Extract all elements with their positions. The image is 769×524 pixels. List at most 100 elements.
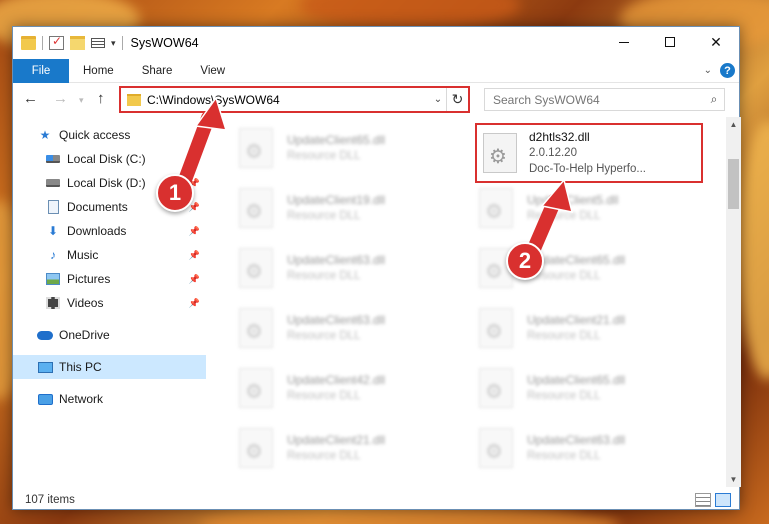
- dll-file-icon: [239, 428, 273, 468]
- file-type: Resource DLL: [287, 390, 361, 402]
- list-item[interactable]: UpdateClient5.dll Resource DLL: [459, 179, 684, 237]
- list-item[interactable]: UpdateClient65.dllResource DLL: [459, 239, 684, 297]
- list-item[interactable]: UpdateClient42.dll Resource DLL: [219, 359, 444, 417]
- ribbon-tabs: File Home Share View ⌄ ?: [13, 58, 739, 83]
- pictures-icon: [45, 272, 61, 286]
- scrollbar-thumb[interactable]: [728, 159, 739, 209]
- sidebar-item-downloads[interactable]: ⬇ Downloads 📌: [13, 219, 206, 243]
- minimize-icon: [619, 41, 629, 43]
- file-explorer-window: ▾ SysWOW64 ✕ File Home Share View ⌄ ? ← …: [12, 26, 741, 510]
- this-pc-icon: [37, 360, 53, 374]
- background-blob: [738, 120, 769, 380]
- dll-file-icon: [239, 308, 273, 348]
- sidebar-item-network[interactable]: Network: [13, 387, 206, 411]
- sidebar-item-onedrive[interactable]: OneDrive: [13, 323, 206, 347]
- file-type: Resource DLL: [527, 270, 601, 282]
- onedrive-icon: [37, 328, 53, 342]
- close-button[interactable]: ✕: [693, 27, 739, 57]
- tab-file[interactable]: File: [13, 58, 69, 83]
- tab-view[interactable]: View: [186, 65, 239, 77]
- tab-share[interactable]: Share: [128, 65, 187, 77]
- file-type: Resource DLL: [527, 330, 601, 342]
- file-type: Resource DLL: [287, 270, 361, 282]
- search-input[interactable]: [493, 92, 704, 107]
- scroll-down-icon[interactable]: ▼: [726, 472, 741, 487]
- list-item[interactable]: UpdateClient21.dll Resource DLL: [219, 419, 444, 477]
- sidebar-item-local-disk-c[interactable]: Local Disk (C:) 📌: [13, 147, 206, 171]
- music-icon: ♪: [50, 248, 56, 262]
- file-name: UpdateClient63.dll: [527, 433, 626, 447]
- chevron-down-icon[interactable]: ⌄: [704, 65, 712, 76]
- item-count: 107 items: [25, 494, 75, 506]
- sidebar-item-label: Downloads: [67, 224, 127, 238]
- sidebar-item-this-pc[interactable]: This PC: [13, 355, 206, 379]
- file-type: Resource DLL: [527, 390, 601, 402]
- sidebar-item-label: Local Disk (C:): [67, 152, 146, 166]
- list-item[interactable]: UpdateClient63.dll Resource DLL: [219, 239, 444, 297]
- search-box[interactable]: ⌕: [484, 88, 725, 111]
- help-icon[interactable]: ?: [720, 63, 735, 78]
- list-item[interactable]: UpdateClient21.dll Resource DLL: [459, 299, 684, 357]
- file-type: Resource DLL: [287, 450, 361, 462]
- file-name: d2htls32.dll: [529, 130, 590, 144]
- minimize-button[interactable]: [601, 27, 647, 57]
- file-name: UpdateClient63.dll: [287, 313, 386, 327]
- highlighted-file-item[interactable]: d2htls32.dll 2.0.12.20 Doc-To-Help Hyper…: [475, 123, 703, 183]
- customize-icon[interactable]: [91, 38, 105, 48]
- search-icon[interactable]: ⌕: [704, 92, 724, 107]
- toolbar-divider: [121, 36, 123, 50]
- videos-icon: [45, 296, 61, 310]
- file-list: UpdateClient65.dll Resource DLL UpdateCli…: [219, 117, 726, 487]
- forward-arrow-icon[interactable]: →: [53, 90, 68, 107]
- window-controls: ✕: [601, 27, 739, 57]
- step-badge-1: 1: [156, 174, 194, 212]
- recent-locations-icon[interactable]: ▾: [79, 95, 84, 106]
- dll-file-icon: [483, 133, 517, 173]
- list-item[interactable]: UpdateClient65.dll Resource DLL: [459, 359, 684, 417]
- close-icon: ✕: [710, 33, 722, 50]
- sidebar-item-music[interactable]: ♪ Music 📌: [13, 243, 206, 267]
- sidebar-item-pictures[interactable]: Pictures 📌: [13, 267, 206, 291]
- tab-home[interactable]: Home: [69, 65, 128, 77]
- sidebar-item-quick-access[interactable]: ★ Quick access: [13, 123, 206, 147]
- details-view-icon[interactable]: [695, 493, 711, 507]
- refresh-icon[interactable]: ↻: [446, 88, 468, 111]
- address-bar[interactable]: C:\Windows\SysWOW64 ⌄ ↻: [119, 86, 470, 113]
- file-type: Resource DLL: [527, 450, 601, 462]
- tiles-view-icon[interactable]: [715, 493, 731, 507]
- sidebar-item-label: Quick access: [59, 128, 131, 142]
- pin-icon[interactable]: 📌: [189, 250, 200, 261]
- file-name: UpdateClient21.dll: [287, 433, 386, 447]
- maximize-button[interactable]: [647, 27, 693, 57]
- toolbar-divider: [42, 36, 43, 50]
- file-name: UpdateClient65.dll: [527, 373, 626, 387]
- list-item[interactable]: UpdateClient65.dllResource DLL: [219, 119, 444, 177]
- drive-icon: [45, 176, 61, 190]
- navigation-bar: ← → ▾ ↑ C:\Windows\SysWOW64 ⌄ ↻ ⌕: [13, 85, 739, 115]
- vertical-scrollbar[interactable]: ▲ ▼: [726, 117, 741, 487]
- pin-icon[interactable]: 📌: [189, 154, 200, 165]
- properties-icon[interactable]: [49, 34, 64, 50]
- folder-icon: [127, 93, 141, 106]
- list-item[interactable]: UpdateClient19.dll Resource DLL: [219, 179, 444, 237]
- back-arrow-icon[interactable]: ←: [23, 90, 38, 107]
- scroll-up-icon[interactable]: ▲: [726, 117, 741, 132]
- folder-icon[interactable]: [21, 36, 36, 50]
- up-arrow-icon[interactable]: ↑: [97, 90, 105, 107]
- new-folder-icon[interactable]: [70, 36, 85, 50]
- file-name: UpdateClient19.dll: [287, 193, 386, 207]
- pin-icon[interactable]: 📌: [189, 226, 200, 237]
- list-item[interactable]: UpdateClient63.dll Resource DLL: [219, 299, 444, 357]
- sidebar-item-videos[interactable]: Videos 📌: [13, 291, 206, 315]
- file-name: UpdateClient42.dll: [287, 373, 386, 387]
- step-badge-2: 2: [506, 242, 544, 280]
- list-item[interactable]: UpdateClient63.dll Resource DLL: [459, 419, 684, 477]
- address-path[interactable]: C:\Windows\SysWOW64: [147, 93, 430, 107]
- pin-icon[interactable]: 📌: [189, 298, 200, 309]
- chevron-down-icon[interactable]: ▾: [111, 38, 116, 49]
- drive-icon: [45, 152, 61, 166]
- sidebar-item-label: Local Disk (D:): [67, 176, 146, 190]
- pin-icon[interactable]: 📌: [189, 274, 200, 285]
- chevron-down-icon[interactable]: ⌄: [430, 94, 446, 105]
- sidebar-item-label: This PC: [59, 360, 102, 374]
